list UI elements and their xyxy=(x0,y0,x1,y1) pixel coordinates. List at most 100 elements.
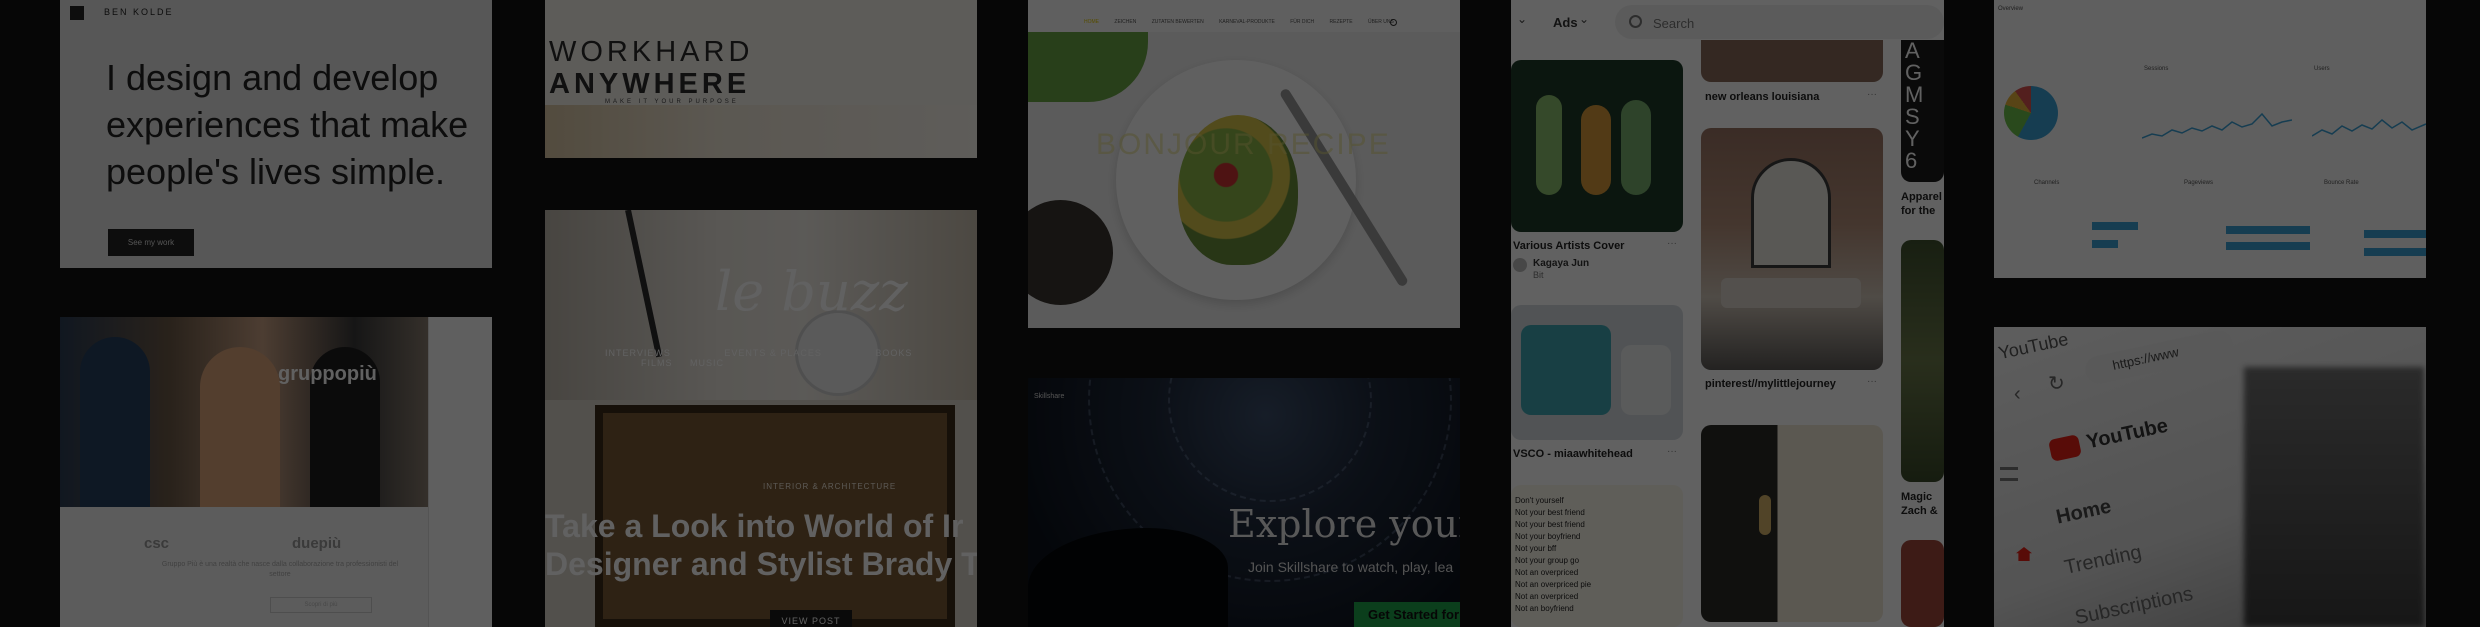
gold-sconce xyxy=(1759,495,1771,535)
search-input[interactable]: Search xyxy=(1653,16,1694,31)
pin-marble[interactable] xyxy=(1701,425,1883,622)
person-middle xyxy=(200,347,280,507)
chevron-down-icon[interactable]: ⌄ xyxy=(1579,12,1589,26)
top-nav xyxy=(1028,0,1460,32)
panel-label: Sessions xyxy=(2144,66,2169,72)
list-line: Don't yourself xyxy=(1515,496,1564,505)
post-headline-2: Designer and Stylist Brady T xyxy=(545,546,977,582)
list-line: Not an overpriced xyxy=(1515,592,1579,601)
list-line: Not an boyfriend xyxy=(1515,604,1574,613)
pin-interior[interactable] xyxy=(1701,128,1883,370)
pie-chart xyxy=(2004,86,2058,140)
teal-sweater xyxy=(1521,325,1611,415)
nav-item[interactable]: FÜR DICH xyxy=(1290,19,1314,25)
home-icon[interactable] xyxy=(2016,547,2032,561)
more-icon[interactable]: ··· xyxy=(1667,238,1677,249)
type-letter: A xyxy=(1905,40,1920,63)
nav-trending[interactable]: Trending xyxy=(2062,541,2143,580)
pin-title: VSCO - miaawhitehead xyxy=(1513,448,1633,460)
pin-forest[interactable] xyxy=(1901,240,1944,482)
lettuce xyxy=(1028,32,1148,102)
nav-item[interactable]: REZEPTE xyxy=(1330,19,1353,25)
type-letter: M xyxy=(1905,82,1924,107)
nav-subscriptions[interactable]: Subscriptions xyxy=(2073,583,2195,627)
see-my-work-button[interactable]: See my work xyxy=(108,229,194,256)
bar-metric xyxy=(2092,222,2138,230)
nav-home[interactable]: Home xyxy=(2054,495,2113,529)
back-icon[interactable]: ‹ xyxy=(2014,383,2021,406)
pin-bottom-right[interactable] xyxy=(1901,540,1944,627)
avatar xyxy=(1513,258,1527,272)
pin-title: Various Artists Cover xyxy=(1513,240,1625,252)
recipe-nav: HOME ZEICHEN ZUTATEN BEWERTEN KARNEVAL-P… xyxy=(1084,19,1408,25)
tile-gruppopiu[interactable]: gruppopiù csc duepiù Gruppo Più è una re… xyxy=(60,317,492,627)
view-post-button[interactable]: VIEW POST xyxy=(770,610,852,627)
nav-interviews[interactable]: INTERVIEWS xyxy=(605,348,671,358)
reload-icon[interactable]: ↻ xyxy=(2048,371,2065,396)
hero-headline: Explore your xyxy=(1228,502,1460,546)
pin-title: Magic Zach & xyxy=(1901,491,1938,517)
youtube-logo-icon[interactable] xyxy=(2048,434,2082,462)
get-started-button[interactable]: Get Started for xyxy=(1354,602,1460,627)
type-letter: Y xyxy=(1905,126,1920,151)
tile-analytics[interactable]: Overview Sessions Users Channels Pagevie… xyxy=(1994,0,2426,278)
video-thumbnail xyxy=(2244,367,2424,627)
bar-metric xyxy=(2364,230,2426,238)
tile-workhard[interactable]: WORKHARD ANYWHERE MAKE IT YOUR PURPOSE xyxy=(545,0,977,158)
pin-clothes[interactable] xyxy=(1511,305,1683,440)
more-icon[interactable]: ··· xyxy=(1867,89,1877,100)
nav-item[interactable]: ZEICHEN xyxy=(1114,19,1136,25)
list-line: Not your best friend xyxy=(1515,520,1585,529)
tile-youtube[interactable]: YouTube ‹ ↻ https://www YouTube Home Tre… xyxy=(1994,327,2426,627)
nav-item[interactable]: KARNEVAL-PRODUKTE xyxy=(1219,19,1275,25)
scopri-button[interactable]: Scopri di più xyxy=(270,597,372,613)
arched-window xyxy=(1751,158,1831,268)
youtube-logo-text: YouTube xyxy=(2084,414,2170,454)
cactus-1 xyxy=(1536,95,1562,195)
nav-item[interactable]: HOME xyxy=(1084,19,1099,25)
list-line: Not your bff xyxy=(1515,544,1557,553)
type-letter: 6 xyxy=(1905,148,1918,173)
panel-label: Bounce Rate xyxy=(2324,180,2359,186)
pin-cactus[interactable] xyxy=(1511,60,1683,232)
pin-title: Apparel for the xyxy=(1901,191,1942,217)
logo-mark-icon xyxy=(70,6,84,20)
title-line-1: WORKHARD xyxy=(549,36,754,68)
cactus-2 xyxy=(1581,105,1611,195)
title-line-2: ANYWHERE xyxy=(549,68,751,100)
cactus-3 xyxy=(1621,100,1651,195)
pin-user[interactable]: Kagaya Jun xyxy=(1533,258,1589,269)
nav-books[interactable]: BOOKS xyxy=(875,348,912,358)
bar-metric xyxy=(2364,248,2426,256)
tile-le-buzz[interactable]: le buzz INTERVIEWS EVENTS & PLACES BOOKS… xyxy=(545,210,977,627)
more-icon[interactable]: ··· xyxy=(1667,446,1677,457)
more-icon[interactable]: ··· xyxy=(1867,376,1877,387)
nav-item[interactable]: ZUTATEN BEWERTEN xyxy=(1152,19,1204,25)
site-logo: BEN KOLDE xyxy=(104,7,174,17)
tagline: MAKE IT YOUR PURPOSE xyxy=(605,99,739,105)
tile-ben-kolde[interactable]: BEN KOLDE I design and develop experienc… xyxy=(60,0,492,268)
ads-menu[interactable]: Ads xyxy=(1553,15,1578,30)
nav-music[interactable]: MUSIC xyxy=(690,358,724,368)
list-line: Not an overpriced pie xyxy=(1515,580,1592,589)
bar-metric xyxy=(2226,242,2310,250)
pin-new-orleans[interactable] xyxy=(1701,40,1883,82)
search-icon[interactable] xyxy=(1390,19,1397,26)
tile-pinterest[interactable]: ⌄ Ads ⌄ Search Various Artists Cover Kag… xyxy=(1511,0,1944,627)
type-letter: S xyxy=(1905,104,1920,129)
pin-text-list[interactable]: Don't yourself Not your best friend Not … xyxy=(1511,485,1683,627)
hero-headline: I design and develop experiences that ma… xyxy=(106,54,486,195)
menu-icon[interactable] xyxy=(2000,467,2018,481)
main-nav: INTERVIEWS EVENTS & PLACES BOOKS FILMS M… xyxy=(605,348,977,368)
tile-skillshare[interactable]: Skillshare Explore your Join Skillshare … xyxy=(1028,378,1460,627)
nav-events[interactable]: EVENTS & PLACES xyxy=(724,348,822,358)
person-left xyxy=(80,337,150,507)
nav-films[interactable]: FILMS xyxy=(641,358,673,368)
window-title: YouTube xyxy=(1996,328,2070,364)
hero-subtitle: Join Skillshare to watch, play, lea xyxy=(1248,559,1454,575)
dark-bowl xyxy=(1028,200,1113,305)
chevron-down-icon[interactable]: ⌄ xyxy=(1517,12,1527,26)
pin-meta: Bit xyxy=(1533,270,1544,280)
pin-typography[interactable]: A G M S Y 6 xyxy=(1901,40,1944,182)
tile-recipe-site[interactable]: HOME ZEICHEN ZUTATEN BEWERTEN KARNEVAL-P… xyxy=(1028,0,1460,328)
